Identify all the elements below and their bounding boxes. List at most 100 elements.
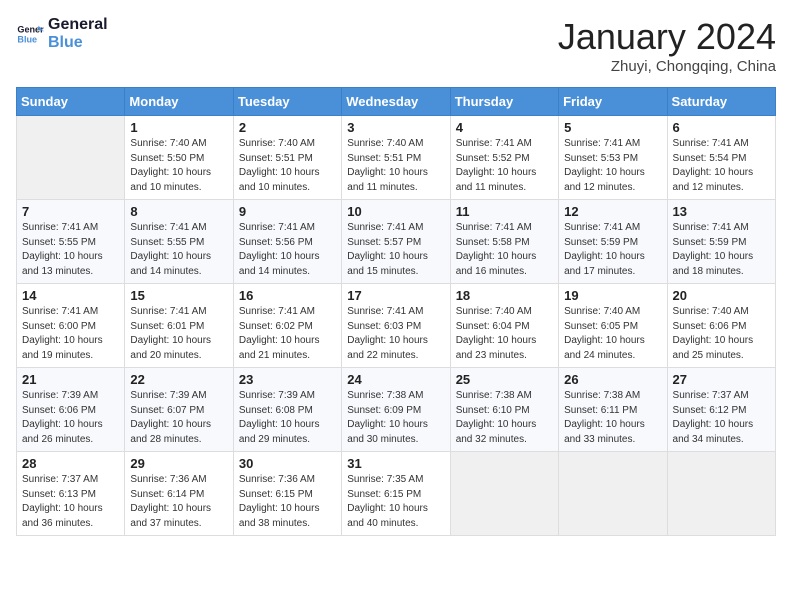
day-info: Sunrise: 7:40 AM Sunset: 5:50 PM Dayligh… bbox=[130, 137, 227, 195]
calendar-day-cell: 19 Sunrise: 7:40 AM Sunset: 6:05 PM Dayli… bbox=[559, 284, 667, 368]
calendar-day-cell bbox=[17, 116, 125, 200]
day-number: 25 bbox=[456, 372, 553, 387]
day-number: 28 bbox=[22, 456, 119, 471]
day-number: 10 bbox=[347, 204, 444, 219]
calendar-day-cell: 17 Sunrise: 7:41 AM Sunset: 6:03 PM Dayli… bbox=[342, 284, 450, 368]
day-info: Sunrise: 7:40 AM Sunset: 6:06 PM Dayligh… bbox=[673, 305, 770, 363]
calendar-table: SundayMondayTuesdayWednesdayThursdayFrid… bbox=[16, 87, 776, 536]
day-info: Sunrise: 7:36 AM Sunset: 6:15 PM Dayligh… bbox=[239, 473, 336, 531]
day-info: Sunrise: 7:41 AM Sunset: 5:55 PM Dayligh… bbox=[22, 221, 119, 279]
calendar-day-cell: 8Sunrise: 7:41 AM Sunset: 5:55 PM Daylig… bbox=[125, 200, 233, 284]
calendar-day-cell: 10 Sunrise: 7:41 AM Sunset: 5:57 PM Dayli… bbox=[342, 200, 450, 284]
weekday-header: Thursday bbox=[450, 88, 558, 116]
calendar-day-cell: 2 Sunrise: 7:40 AM Sunset: 5:51 PM Daylig… bbox=[233, 116, 341, 200]
calendar-week-row: 14 Sunrise: 7:41 AM Sunset: 6:00 PM Dayli… bbox=[17, 284, 776, 368]
day-info: Sunrise: 7:41 AM Sunset: 6:02 PM Dayligh… bbox=[239, 305, 336, 363]
calendar-day-cell: 15 Sunrise: 7:41 AM Sunset: 6:01 PM Dayli… bbox=[125, 284, 233, 368]
day-number: 26 bbox=[564, 372, 661, 387]
day-number: 21 bbox=[22, 372, 119, 387]
day-number: 5 bbox=[564, 120, 661, 135]
calendar-day-cell: 20Sunrise: 7:40 AM Sunset: 6:06 PM Dayli… bbox=[667, 284, 775, 368]
day-info: Sunrise: 7:41 AM Sunset: 6:00 PM Dayligh… bbox=[22, 305, 119, 363]
day-number: 18 bbox=[456, 288, 553, 303]
day-number: 22 bbox=[130, 372, 227, 387]
calendar-day-cell: 9 Sunrise: 7:41 AM Sunset: 5:56 PM Daylig… bbox=[233, 200, 341, 284]
calendar-day-cell: 24Sunrise: 7:38 AM Sunset: 6:09 PM Dayli… bbox=[342, 368, 450, 452]
day-number: 31 bbox=[347, 456, 444, 471]
calendar-week-row: 1Sunrise: 7:40 AM Sunset: 5:50 PM Daylig… bbox=[17, 116, 776, 200]
logo-general: General bbox=[48, 16, 108, 34]
calendar-day-cell bbox=[450, 452, 558, 536]
calendar-day-cell: 29Sunrise: 7:36 AM Sunset: 6:14 PM Dayli… bbox=[125, 452, 233, 536]
calendar-day-cell: 4Sunrise: 7:41 AM Sunset: 5:52 PM Daylig… bbox=[450, 116, 558, 200]
calendar-day-cell: 3Sunrise: 7:40 AM Sunset: 5:51 PM Daylig… bbox=[342, 116, 450, 200]
calendar-day-cell: 14 Sunrise: 7:41 AM Sunset: 6:00 PM Dayli… bbox=[17, 284, 125, 368]
day-info: Sunrise: 7:40 AM Sunset: 5:51 PM Dayligh… bbox=[239, 137, 336, 195]
day-info: Sunrise: 7:41 AM Sunset: 5:53 PM Dayligh… bbox=[564, 137, 661, 195]
day-number: 14 bbox=[22, 288, 119, 303]
day-info: Sunrise: 7:41 AM Sunset: 5:52 PM Dayligh… bbox=[456, 137, 553, 195]
day-info: Sunrise: 7:38 AM Sunset: 6:09 PM Dayligh… bbox=[347, 389, 444, 447]
svg-text:Blue: Blue bbox=[17, 34, 37, 44]
title-block: January 2024 Zhuyi, Chongqing, China bbox=[558, 16, 776, 75]
weekday-header: Wednesday bbox=[342, 88, 450, 116]
day-number: 3 bbox=[347, 120, 444, 135]
calendar-day-cell: 23Sunrise: 7:39 AM Sunset: 6:08 PM Dayli… bbox=[233, 368, 341, 452]
day-number: 13 bbox=[673, 204, 770, 219]
calendar-day-cell: 5 Sunrise: 7:41 AM Sunset: 5:53 PM Daylig… bbox=[559, 116, 667, 200]
calendar-day-cell: 11Sunrise: 7:41 AM Sunset: 5:58 PM Dayli… bbox=[450, 200, 558, 284]
day-info: Sunrise: 7:39 AM Sunset: 6:07 PM Dayligh… bbox=[130, 389, 227, 447]
calendar-day-cell bbox=[559, 452, 667, 536]
day-number: 30 bbox=[239, 456, 336, 471]
day-number: 7 bbox=[22, 204, 119, 219]
calendar-week-row: 21 Sunrise: 7:39 AM Sunset: 6:06 PM Dayli… bbox=[17, 368, 776, 452]
day-number: 15 bbox=[130, 288, 227, 303]
day-number: 16 bbox=[239, 288, 336, 303]
location: Zhuyi, Chongqing, China bbox=[558, 58, 776, 75]
day-info: Sunrise: 7:37 AM Sunset: 6:13 PM Dayligh… bbox=[22, 473, 119, 531]
day-info: Sunrise: 7:41 AM Sunset: 6:03 PM Dayligh… bbox=[347, 305, 444, 363]
calendar-day-cell: 16 Sunrise: 7:41 AM Sunset: 6:02 PM Dayli… bbox=[233, 284, 341, 368]
calendar-day-cell: 13 Sunrise: 7:41 AM Sunset: 5:59 PM Dayli… bbox=[667, 200, 775, 284]
calendar-header-row: SundayMondayTuesdayWednesdayThursdayFrid… bbox=[17, 88, 776, 116]
day-number: 19 bbox=[564, 288, 661, 303]
day-info: Sunrise: 7:35 AM Sunset: 6:15 PM Dayligh… bbox=[347, 473, 444, 531]
day-info: Sunrise: 7:38 AM Sunset: 6:10 PM Dayligh… bbox=[456, 389, 553, 447]
logo-icon: General Blue bbox=[16, 20, 44, 48]
day-number: 17 bbox=[347, 288, 444, 303]
day-info: Sunrise: 7:41 AM Sunset: 5:54 PM Dayligh… bbox=[673, 137, 770, 195]
day-info: Sunrise: 7:39 AM Sunset: 6:06 PM Dayligh… bbox=[22, 389, 119, 447]
month-title: January 2024 bbox=[558, 16, 776, 58]
day-number: 6 bbox=[673, 120, 770, 135]
calendar-day-cell: 6 Sunrise: 7:41 AM Sunset: 5:54 PM Daylig… bbox=[667, 116, 775, 200]
day-number: 2 bbox=[239, 120, 336, 135]
calendar-body: 1Sunrise: 7:40 AM Sunset: 5:50 PM Daylig… bbox=[17, 116, 776, 536]
day-number: 23 bbox=[239, 372, 336, 387]
day-info: Sunrise: 7:41 AM Sunset: 5:58 PM Dayligh… bbox=[456, 221, 553, 279]
calendar-week-row: 28 Sunrise: 7:37 AM Sunset: 6:13 PM Dayli… bbox=[17, 452, 776, 536]
calendar-day-cell: 31 Sunrise: 7:35 AM Sunset: 6:15 PM Dayli… bbox=[342, 452, 450, 536]
weekday-header: Friday bbox=[559, 88, 667, 116]
calendar-day-cell bbox=[667, 452, 775, 536]
day-info: Sunrise: 7:40 AM Sunset: 6:04 PM Dayligh… bbox=[456, 305, 553, 363]
day-info: Sunrise: 7:37 AM Sunset: 6:12 PM Dayligh… bbox=[673, 389, 770, 447]
day-info: Sunrise: 7:41 AM Sunset: 5:56 PM Dayligh… bbox=[239, 221, 336, 279]
logo: General Blue General Blue bbox=[16, 16, 108, 51]
day-info: Sunrise: 7:40 AM Sunset: 6:05 PM Dayligh… bbox=[564, 305, 661, 363]
calendar-day-cell: 7 Sunrise: 7:41 AM Sunset: 5:55 PM Daylig… bbox=[17, 200, 125, 284]
calendar-day-cell: 25 Sunrise: 7:38 AM Sunset: 6:10 PM Dayli… bbox=[450, 368, 558, 452]
day-number: 9 bbox=[239, 204, 336, 219]
day-info: Sunrise: 7:41 AM Sunset: 5:57 PM Dayligh… bbox=[347, 221, 444, 279]
calendar-day-cell: 30 Sunrise: 7:36 AM Sunset: 6:15 PM Dayli… bbox=[233, 452, 341, 536]
calendar-day-cell: 21 Sunrise: 7:39 AM Sunset: 6:06 PM Dayli… bbox=[17, 368, 125, 452]
day-info: Sunrise: 7:41 AM Sunset: 5:59 PM Dayligh… bbox=[673, 221, 770, 279]
calendar-day-cell: 22 Sunrise: 7:39 AM Sunset: 6:07 PM Dayli… bbox=[125, 368, 233, 452]
day-number: 27 bbox=[673, 372, 770, 387]
weekday-header: Monday bbox=[125, 88, 233, 116]
day-info: Sunrise: 7:41 AM Sunset: 5:59 PM Dayligh… bbox=[564, 221, 661, 279]
page-header: General Blue General Blue January 2024 Z… bbox=[16, 16, 776, 75]
day-info: Sunrise: 7:41 AM Sunset: 6:01 PM Dayligh… bbox=[130, 305, 227, 363]
calendar-day-cell: 1Sunrise: 7:40 AM Sunset: 5:50 PM Daylig… bbox=[125, 116, 233, 200]
day-info: Sunrise: 7:36 AM Sunset: 6:14 PM Dayligh… bbox=[130, 473, 227, 531]
calendar-day-cell: 18 Sunrise: 7:40 AM Sunset: 6:04 PM Dayli… bbox=[450, 284, 558, 368]
